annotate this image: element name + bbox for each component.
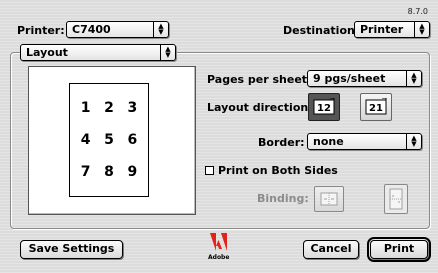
preview-number: 4: [80, 132, 91, 148]
direction-right-to-left-button[interactable]: 21: [360, 93, 392, 121]
preview-number: 8: [104, 164, 114, 180]
both-sides-label[interactable]: Print on Both Sides: [218, 164, 338, 177]
svg-text:Adobe: Adobe: [208, 254, 229, 261]
preview-number: 3: [127, 100, 138, 116]
print-dialog: 8.7.0 Printer: C7400 ▲ ▼ Destination: Pri…: [0, 0, 438, 273]
adobe-logo: Adobe: [207, 233, 231, 261]
left-to-right-icon: 12: [313, 98, 335, 115]
popup-arrows-icon: ▲ ▼: [414, 22, 429, 37]
printer-popup[interactable]: C7400 ▲ ▼: [66, 21, 169, 38]
preview-number: 2: [104, 100, 114, 116]
printer-value: C7400: [72, 23, 111, 36]
popup-arrows-icon: ▲ ▼: [153, 22, 168, 37]
binding-label: Binding:: [257, 192, 309, 205]
border-value: none: [313, 135, 344, 148]
version-label: 8.7.0: [407, 7, 428, 16]
border-popup[interactable]: none ▲ ▼: [307, 133, 422, 150]
binding-short-edge-button[interactable]: [384, 184, 408, 214]
right-to-left-icon: 21: [365, 98, 387, 115]
preview-number: 9: [127, 164, 138, 180]
pages-per-sheet-value: 9 pgs/sheet: [313, 72, 386, 85]
both-sides-checkbox[interactable]: [205, 166, 214, 175]
svg-text:21: 21: [369, 103, 383, 114]
preview-number: 5: [104, 132, 114, 148]
binding-short-edge-icon: [389, 188, 403, 210]
direction-left-to-right-button[interactable]: 12: [308, 93, 340, 121]
layout-direction-label: Layout direction:: [207, 101, 313, 114]
destination-label: Destination:: [283, 24, 360, 37]
binding-long-edge-button[interactable]: [314, 186, 344, 212]
panel-selector-popup[interactable]: Layout ▲ ▼: [20, 44, 176, 61]
preview-number: 6: [127, 132, 138, 148]
binding-long-edge-icon: [320, 192, 338, 206]
adobe-logo-icon: Adobe: [208, 233, 229, 261]
popup-arrows-icon: ▲ ▼: [406, 71, 421, 86]
preview-page: 1 2 3 4 5 6 7 8 9: [69, 83, 149, 197]
save-settings-button[interactable]: Save Settings: [20, 240, 123, 259]
preview-number: 1: [80, 100, 91, 116]
cancel-button[interactable]: Cancel: [303, 240, 359, 259]
svg-text:12: 12: [317, 103, 331, 114]
popup-arrows-icon: ▲ ▼: [160, 45, 175, 60]
destination-popup[interactable]: Printer ▲ ▼: [354, 21, 430, 38]
destination-value: Printer: [360, 23, 404, 36]
printer-label: Printer:: [17, 24, 65, 37]
print-button[interactable]: Print: [367, 237, 431, 262]
layout-preview: 1 2 3 4 5 6 7 8 9: [28, 66, 196, 215]
popup-arrows-icon: ▲ ▼: [406, 134, 421, 149]
pages-per-sheet-label: Pages per sheet:: [207, 73, 312, 86]
pages-per-sheet-popup[interactable]: 9 pgs/sheet ▲ ▼: [307, 70, 422, 87]
panel-selector-value: Layout: [26, 46, 68, 59]
border-label: Border:: [258, 136, 305, 149]
preview-number: 7: [80, 164, 91, 180]
